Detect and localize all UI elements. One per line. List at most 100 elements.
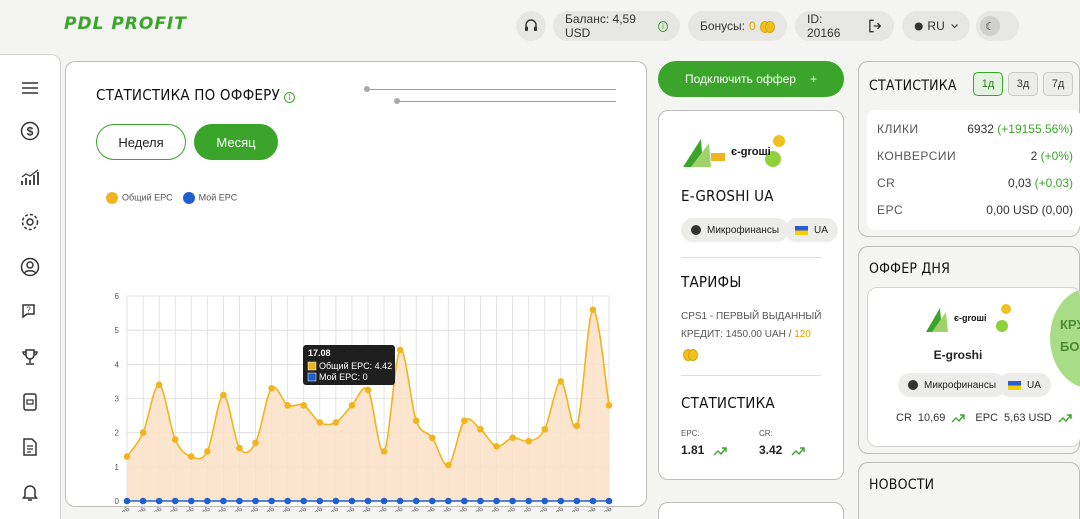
- theme-toggle[interactable]: ☾: [976, 11, 1019, 41]
- data-point-mine[interactable]: [187, 497, 195, 505]
- data-point-mine[interactable]: [493, 497, 500, 505]
- data-point-mine[interactable]: [525, 497, 532, 505]
- legend-total[interactable]: Общий EPC: [106, 192, 173, 204]
- data-point-total[interactable]: [187, 453, 195, 460]
- period-3d-button[interactable]: 3д: [1008, 72, 1038, 96]
- legend-mine[interactable]: Мой EPC: [182, 192, 237, 204]
- data-point-total[interactable]: [541, 425, 549, 433]
- data-point-mine[interactable]: [236, 497, 243, 505]
- data-point-mine[interactable]: [396, 497, 404, 505]
- data-point-total[interactable]: [236, 444, 243, 452]
- connect-offer-button[interactable]: Подключить оффер +: [658, 61, 844, 97]
- bell-icon[interactable]: [19, 481, 41, 503]
- legend-total-swatch: [106, 192, 118, 204]
- data-point-mine[interactable]: [155, 497, 163, 505]
- data-point-mine[interactable]: [541, 497, 549, 505]
- data-point-mine[interactable]: [461, 497, 468, 505]
- trophy-icon[interactable]: [19, 346, 41, 368]
- bonus-badge[interactable]: Бонусы: 0: [688, 11, 787, 41]
- period-1d-button[interactable]: 1д: [973, 72, 1003, 96]
- data-point-mine[interactable]: [605, 497, 613, 505]
- data-point-total[interactable]: [123, 453, 131, 460]
- data-point-mine[interactable]: [428, 497, 436, 505]
- data-point-mine[interactable]: [509, 497, 516, 505]
- data-point-total[interactable]: [300, 402, 308, 409]
- help-icon[interactable]: ?: [19, 301, 41, 323]
- logo[interactable]: PDL PROFIT: [64, 14, 187, 34]
- data-point-total[interactable]: [573, 422, 581, 430]
- data-point-mine[interactable]: [557, 497, 565, 505]
- data-point-total[interactable]: [557, 378, 565, 385]
- data-point-total[interactable]: [477, 425, 484, 433]
- data-point-mine[interactable]: [477, 497, 484, 505]
- menu-icon[interactable]: [19, 77, 41, 99]
- period-7d-button[interactable]: 7д: [1043, 72, 1073, 96]
- slider-track[interactable]: [399, 101, 616, 102]
- document-icon[interactable]: [19, 436, 41, 458]
- week-button[interactable]: Неделя: [96, 124, 186, 160]
- epc-chart[interactable]: 31-07-202601-08-202602-08-202603-08-2026…: [66, 212, 648, 512]
- data-point-total[interactable]: [139, 429, 147, 436]
- data-point-total[interactable]: [461, 417, 468, 425]
- data-point-mine[interactable]: [139, 497, 147, 505]
- chevron-down-icon: [951, 24, 958, 29]
- wallet-icon[interactable]: [19, 391, 41, 413]
- data-point-mine[interactable]: [284, 497, 291, 505]
- data-point-total[interactable]: [380, 448, 388, 455]
- data-point-total[interactable]: [445, 461, 452, 469]
- month-button[interactable]: Месяц: [194, 124, 278, 160]
- data-point-total[interactable]: [605, 402, 613, 409]
- data-point-total[interactable]: [428, 434, 436, 442]
- settings-icon[interactable]: [19, 211, 41, 233]
- data-point-mine[interactable]: [412, 497, 420, 505]
- data-point-total[interactable]: [316, 419, 324, 426]
- data-point-mine[interactable]: [171, 497, 179, 505]
- profile-icon[interactable]: [19, 256, 41, 278]
- data-point-total[interactable]: [412, 417, 420, 425]
- tooltip-mine: Мой EPC: 0: [319, 372, 368, 382]
- data-point-mine[interactable]: [380, 497, 388, 505]
- data-point-total[interactable]: [252, 439, 259, 447]
- data-point-total[interactable]: [171, 436, 179, 443]
- data-point-mine[interactable]: [348, 497, 356, 505]
- language-select[interactable]: RU: [902, 11, 970, 41]
- data-point-mine[interactable]: [204, 497, 211, 505]
- data-point-mine[interactable]: [589, 497, 597, 505]
- data-point-total[interactable]: [348, 402, 356, 409]
- data-point-total[interactable]: [396, 346, 404, 354]
- data-point-mine[interactable]: [445, 497, 452, 505]
- offer-of-day-card[interactable]: є-grоші E-groshi Микрофинансы UA CR 10,6…: [867, 287, 1080, 447]
- logout-icon[interactable]: [867, 18, 882, 34]
- dollar-icon[interactable]: $: [19, 120, 41, 142]
- data-point-mine[interactable]: [316, 497, 324, 505]
- slider-track[interactable]: [369, 89, 616, 90]
- info-icon[interactable]: i: [283, 92, 295, 103]
- y-tick-label: 6: [115, 292, 120, 301]
- balance-badge[interactable]: Баланс: 4,59 USD i: [553, 11, 680, 41]
- data-point-mine[interactable]: [364, 497, 372, 505]
- offer-logo: є-grоші: [681, 133, 791, 169]
- data-point-total[interactable]: [525, 437, 532, 445]
- data-point-mine[interactable]: [573, 497, 581, 505]
- data-point-mine[interactable]: [268, 497, 275, 505]
- user-id-badge[interactable]: ID: 20166: [795, 11, 894, 41]
- data-point-total[interactable]: [332, 419, 340, 426]
- data-point-mine[interactable]: [123, 497, 131, 505]
- data-point-total[interactable]: [509, 434, 516, 442]
- data-point-mine[interactable]: [252, 497, 259, 505]
- data-point-mine[interactable]: [300, 497, 308, 505]
- data-point-mine[interactable]: [332, 497, 340, 505]
- data-point-total[interactable]: [220, 391, 227, 399]
- data-point-total[interactable]: [589, 306, 597, 313]
- data-point-mine[interactable]: [220, 497, 227, 505]
- info-icon[interactable]: i: [657, 20, 668, 32]
- data-point-total[interactable]: [364, 386, 372, 394]
- data-point-total[interactable]: [204, 448, 211, 455]
- support-button[interactable]: [516, 11, 546, 41]
- data-point-total[interactable]: [268, 384, 275, 392]
- data-point-total[interactable]: [284, 402, 291, 409]
- tariff-line: КРЕДИТ: 1450.00 UAH / 120: [681, 326, 831, 344]
- statistics-icon[interactable]: [19, 166, 41, 188]
- data-point-total[interactable]: [493, 443, 500, 450]
- data-point-total[interactable]: [155, 381, 163, 389]
